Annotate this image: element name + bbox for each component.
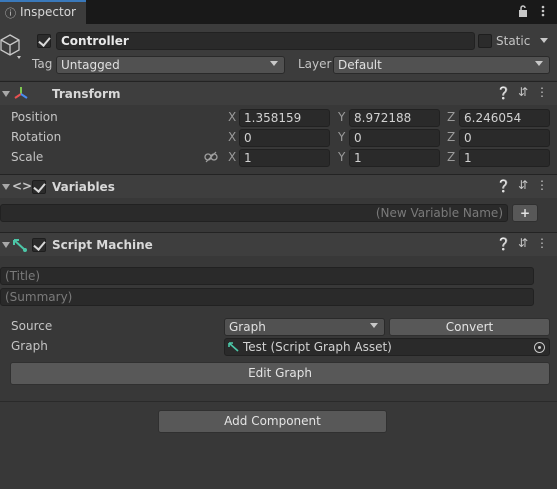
component-title: Variables [52, 180, 115, 194]
layer-label: Layer [298, 57, 332, 71]
axis-z-label: Z [447, 150, 456, 164]
static-checkbox[interactable] [478, 34, 492, 48]
tag-dropdown[interactable]: Untagged [56, 56, 285, 74]
position-label: Position [11, 110, 58, 124]
position-y-field[interactable]: 8.972188 [349, 109, 440, 127]
code-brackets-icon: <> [12, 179, 33, 193]
kebab-menu-icon[interactable]: ⋮ [536, 236, 548, 250]
checkmark-icon [33, 180, 46, 193]
axis-x-label: X [228, 130, 237, 144]
variables-enabled-checkbox[interactable] [32, 180, 46, 194]
lock-icon[interactable] [516, 4, 530, 18]
title-input[interactable]: (Title) [0, 267, 534, 285]
static-dropdown-icon[interactable] [540, 38, 548, 43]
edit-graph-button[interactable]: Edit Graph [10, 362, 550, 385]
kebab-menu-icon[interactable]: ⋮ [536, 178, 548, 192]
title-placeholder: (Title) [5, 269, 41, 283]
transform-header[interactable]: Transform ❔ ⇵ ⋮ [0, 81, 557, 105]
component-title: Script Machine [52, 238, 153, 252]
constrain-proportions-icon[interactable] [204, 151, 218, 163]
divider [0, 401, 557, 402]
presets-icon[interactable]: ⇵ [516, 236, 530, 250]
static-label: Static [496, 34, 531, 48]
axis-y-label: Y [338, 130, 346, 144]
info-icon: ⓘ [5, 7, 16, 20]
axis-y-label: Y [338, 110, 346, 124]
layer-value: Default [338, 58, 382, 72]
position-z-field[interactable]: 6.246054 [459, 109, 550, 127]
active-checkbox[interactable] [37, 34, 51, 48]
source-label: Source [11, 319, 53, 333]
rotation-label: Rotation [11, 130, 62, 144]
convert-button[interactable]: Convert [389, 318, 550, 336]
transform-icon [13, 85, 29, 101]
object-picker-icon[interactable] [534, 342, 545, 353]
script-graph-icon [12, 237, 28, 253]
axis-y-label: Y [338, 150, 346, 164]
summary-placeholder: (Summary) [5, 290, 73, 304]
add-component-button[interactable]: Add Component [158, 410, 387, 433]
scale-y-field[interactable]: 1 [349, 149, 440, 167]
graph-object-field[interactable]: Test (Script Graph Asset) [224, 338, 550, 356]
new-variable-name-input[interactable]: (New Variable Name) [0, 204, 508, 222]
summary-input[interactable]: (Summary) [0, 288, 534, 306]
chevron-down-icon [535, 61, 543, 66]
presets-icon[interactable]: ⇵ [516, 85, 530, 99]
cube-icon[interactable] [0, 32, 22, 60]
axis-x-label: X [228, 110, 237, 124]
script-machine-enabled-checkbox[interactable] [32, 238, 46, 252]
source-dropdown[interactable]: Graph [224, 318, 385, 336]
add-variable-button[interactable]: + [512, 204, 538, 222]
object-name-field[interactable]: Controller [56, 32, 475, 50]
help-icon[interactable]: ❔ [496, 237, 511, 251]
component-title: Transform [52, 87, 121, 101]
foldout-icon[interactable] [2, 184, 10, 190]
tab-title: Inspector [20, 5, 76, 19]
tab-inspector[interactable]: ⓘ Inspector [0, 0, 86, 24]
tag-value: Untagged [61, 58, 120, 72]
axis-z-label: Z [447, 110, 456, 124]
new-variable-placeholder: (New Variable Name) [375, 206, 503, 220]
scale-x-field[interactable]: 1 [239, 149, 330, 167]
scale-label: Scale [11, 150, 44, 164]
kebab-menu-icon[interactable] [538, 4, 548, 18]
graph-label: Graph [11, 339, 48, 353]
script-machine-header[interactable]: Script Machine ❔ ⇵ ⋮ [0, 232, 557, 256]
tag-label: Tag [32, 57, 53, 71]
graph-value: Test (Script Graph Asset) [243, 340, 392, 354]
axis-x-label: X [228, 150, 237, 164]
chevron-down-icon [270, 61, 278, 66]
variables-header[interactable]: <> Variables ❔ ⇵ ⋮ [0, 174, 557, 198]
scale-z-field[interactable]: 1 [459, 149, 550, 167]
help-icon[interactable]: ❔ [496, 179, 511, 193]
foldout-icon[interactable] [2, 242, 10, 248]
rotation-y-field[interactable]: 0 [349, 129, 440, 147]
checkmark-icon [38, 34, 51, 47]
source-value: Graph [229, 320, 266, 334]
position-x-field[interactable]: 1.358159 [239, 109, 330, 127]
axis-z-label: Z [447, 130, 456, 144]
rotation-z-field[interactable]: 0 [459, 129, 550, 147]
script-graph-icon [228, 341, 240, 353]
foldout-icon[interactable] [2, 91, 10, 97]
layer-dropdown[interactable]: Default [333, 56, 550, 74]
presets-icon[interactable]: ⇵ [516, 178, 530, 192]
help-icon[interactable]: ❔ [496, 86, 511, 100]
checkmark-icon [33, 238, 46, 251]
chevron-down-icon [370, 323, 378, 328]
rotation-x-field[interactable]: 0 [239, 129, 330, 147]
kebab-menu-icon[interactable]: ⋮ [536, 85, 548, 99]
